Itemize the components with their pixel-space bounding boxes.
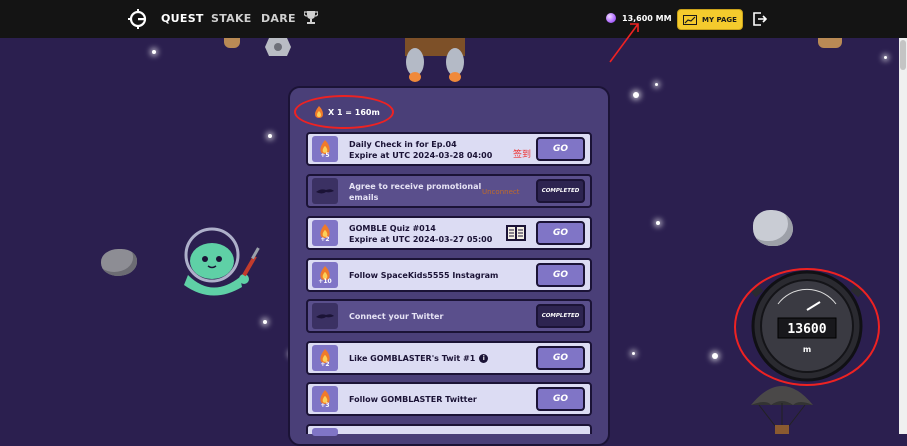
- star: [712, 353, 718, 359]
- quest-title: Connect your Twitter: [349, 312, 444, 321]
- reward-points: +2: [320, 360, 330, 368]
- completed-badge: COMPLETED: [536, 304, 585, 328]
- reward-points: +5: [320, 151, 330, 159]
- scrollbar-track[interactable]: [899, 38, 907, 434]
- quest-row: +3 Follow GOMBLASTER Twitter GO: [306, 382, 592, 416]
- quest-row: [306, 424, 592, 436]
- star: [263, 320, 267, 324]
- fire-reward-badge: +2: [312, 220, 338, 246]
- fire-reward-badge: +5: [312, 136, 338, 162]
- nav-quest-link[interactable]: QUEST: [161, 12, 204, 25]
- lantern-decoration: [224, 38, 240, 48]
- star: [632, 352, 635, 355]
- fire-reward-badge: +2: [312, 345, 338, 371]
- go-button[interactable]: GO: [536, 221, 585, 245]
- star: [656, 221, 660, 225]
- go-button[interactable]: GO: [536, 263, 585, 287]
- alien-mascot: [184, 227, 260, 296]
- top-navigation-bar: QUEST STAKE DARE 13,600 MM MY PAGE: [0, 0, 907, 38]
- quest-badge: [312, 303, 338, 329]
- star: [268, 134, 272, 138]
- quest-row: +5 Daily Check in for Ep.04 Expire at UT…: [306, 132, 592, 166]
- asteroid-decoration: [101, 249, 137, 276]
- quest-badge: [312, 178, 338, 204]
- lizard-icon: [316, 189, 334, 194]
- lantern-decoration: [818, 38, 842, 48]
- my-page-label: MY PAGE: [702, 15, 737, 24]
- my-page-button[interactable]: MY PAGE: [677, 9, 743, 30]
- quest-row: +2 Like GOMBLASTER's Twit #1 i GO: [306, 341, 592, 375]
- annotation-arrow: [609, 23, 639, 63]
- go-button[interactable]: GO: [536, 387, 585, 411]
- fire-reward-badge: +3: [312, 386, 338, 412]
- unconnect-note: Unconnect: [482, 188, 520, 196]
- annotation-oval: [294, 95, 394, 129]
- scrollbar-thumb[interactable]: [900, 40, 906, 70]
- checkin-annotation: 签到: [513, 150, 532, 160]
- reward-points: +10: [318, 277, 332, 285]
- reward-points: +3: [320, 401, 330, 409]
- quest-title: Follow GOMBLASTER Twitter: [349, 395, 477, 404]
- quest-title: GOMBLE Quiz #014: [349, 224, 436, 233]
- gomble-logo-icon[interactable]: [128, 9, 148, 29]
- fire-reward-badge: +10: [312, 262, 338, 288]
- star: [633, 92, 639, 98]
- go-button[interactable]: GO: [536, 346, 585, 370]
- nav-dare-link[interactable]: DARE: [261, 12, 296, 25]
- star: [655, 83, 658, 86]
- quest-row: +2 GOMBLE Quiz #014 Expire at UTC 2024-0…: [306, 216, 592, 250]
- star: [152, 50, 156, 54]
- quest-row: Connect your Twitter COMPLETED: [306, 299, 592, 333]
- asteroid-decoration: [753, 210, 793, 246]
- hex-nut-decoration: [265, 38, 291, 56]
- logout-icon[interactable]: [753, 12, 767, 26]
- fire-reward-badge: [312, 428, 338, 436]
- go-button[interactable]: GO: [536, 137, 585, 161]
- lizard-icon: [316, 314, 334, 319]
- quest-row: Agree to receive promotional emails COMP…: [306, 174, 592, 208]
- book-icon: [506, 225, 526, 241]
- trophy-icon[interactable]: [304, 10, 318, 24]
- quest-subtitle: Expire at UTC 2024-03-28 04:00: [349, 151, 493, 160]
- annotation-oval: [734, 268, 880, 386]
- parachute-decoration: [751, 386, 813, 434]
- chart-icon: [683, 14, 698, 25]
- quest-subtitle: emails: [349, 193, 379, 202]
- reward-points: +2: [320, 235, 330, 243]
- star: [884, 56, 887, 59]
- quest-title: Agree to receive promotional: [349, 182, 482, 191]
- completed-badge: COMPLETED: [536, 179, 585, 203]
- quest-title-wrap: Like GOMBLASTER's Twit #1 i: [349, 354, 489, 363]
- quest-title: Follow SpaceKids5555 Instagram: [349, 271, 499, 280]
- quest-title: Like GOMBLASTER's Twit #1: [349, 354, 476, 363]
- quest-title: Daily Check in for Ep.04: [349, 140, 457, 149]
- quest-row: +10 Follow SpaceKids5555 Instagram GO: [306, 258, 592, 292]
- info-icon[interactable]: i: [479, 354, 489, 363]
- nav-stake-link[interactable]: STAKE: [211, 12, 252, 25]
- quest-subtitle: Expire at UTC 2024-03-27 05:00: [349, 235, 493, 244]
